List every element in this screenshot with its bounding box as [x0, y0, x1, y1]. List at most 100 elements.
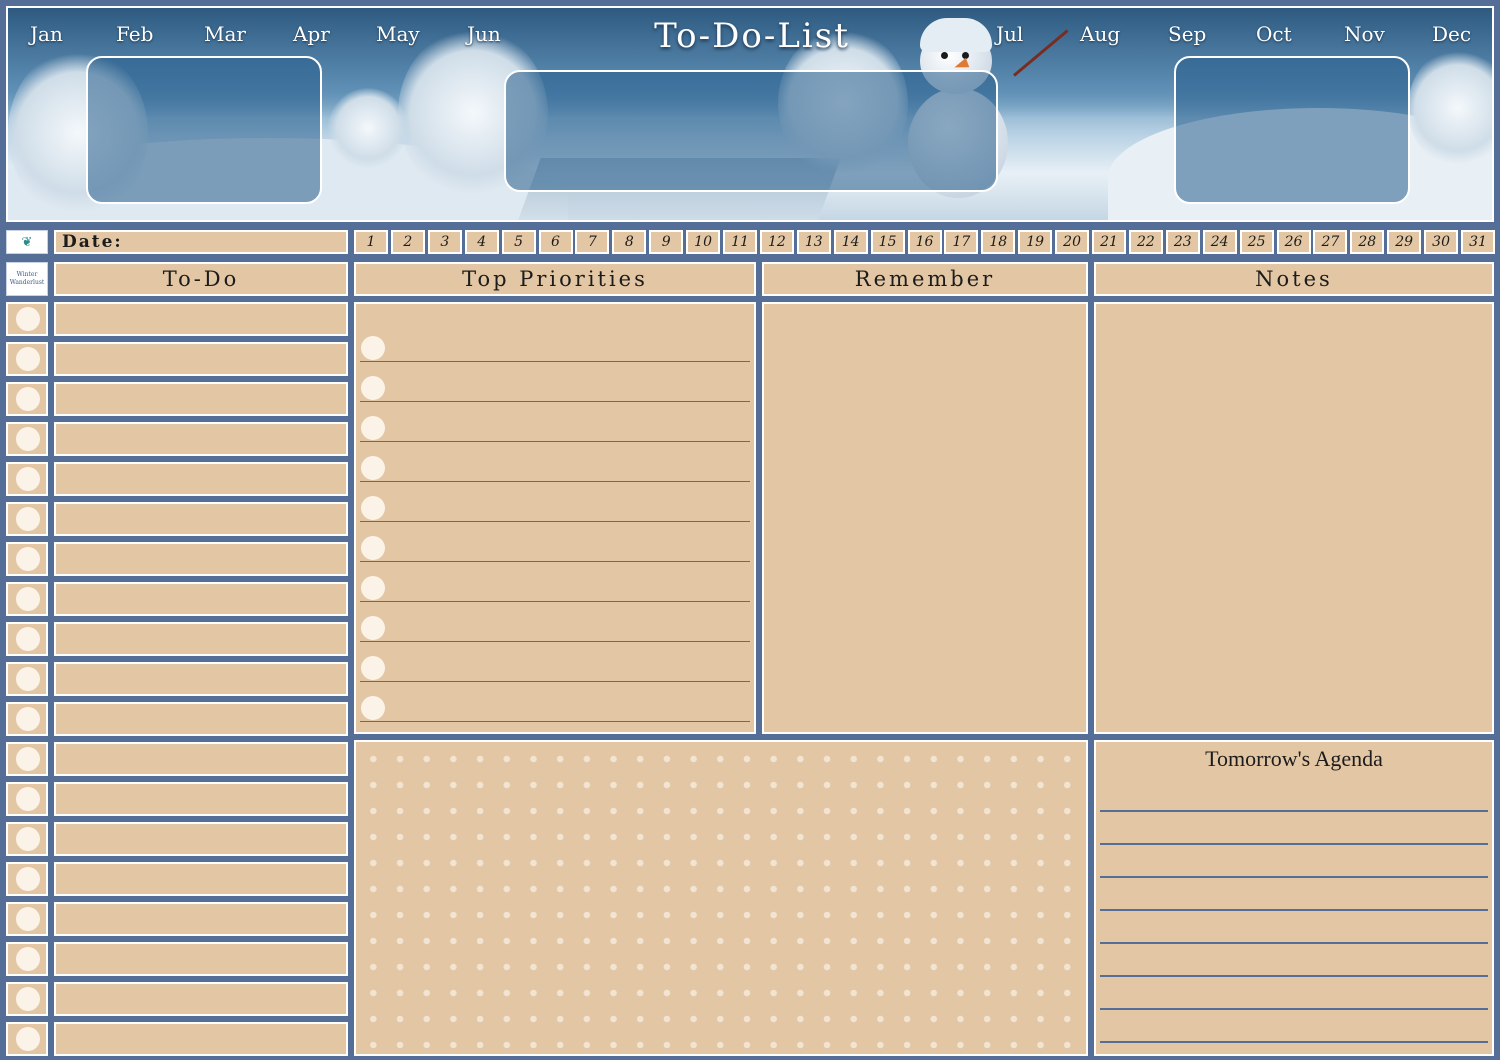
day-cell[interactable]: 9: [649, 230, 684, 254]
todo-item-field[interactable]: [54, 982, 348, 1016]
day-cell[interactable]: 26: [1276, 230, 1311, 254]
day-cell[interactable]: 20: [1055, 230, 1090, 254]
remember-panel[interactable]: [762, 302, 1088, 734]
agenda-line[interactable]: [1100, 942, 1488, 944]
priority-item[interactable]: [360, 442, 750, 482]
month-jul[interactable]: Jul: [996, 22, 1023, 46]
month-nov[interactable]: Nov: [1344, 22, 1385, 46]
priority-item[interactable]: [360, 682, 750, 722]
todo-checkbox[interactable]: [6, 822, 48, 856]
todo-checkbox[interactable]: [6, 1022, 48, 1056]
day-cell[interactable]: 6: [538, 230, 573, 254]
day-cell[interactable]: 16: [907, 230, 942, 254]
todo-item-field[interactable]: [54, 902, 348, 936]
todo-checkbox[interactable]: [6, 382, 48, 416]
month-jan[interactable]: Jan: [30, 22, 63, 46]
todo-checkbox[interactable]: [6, 462, 48, 496]
todo-checkbox[interactable]: [6, 502, 48, 536]
header-note-center[interactable]: [504, 70, 998, 192]
day-cell[interactable]: 21: [1092, 230, 1126, 254]
day-cell[interactable]: 11: [723, 230, 757, 254]
todo-checkbox[interactable]: [6, 902, 48, 936]
month-jun[interactable]: Jun: [467, 22, 501, 46]
todo-item-field[interactable]: [54, 422, 348, 456]
todo-item-field[interactable]: [54, 702, 348, 736]
month-sep[interactable]: Sep: [1168, 22, 1206, 46]
circle-icon[interactable]: [361, 696, 385, 720]
todo-checkbox[interactable]: [6, 742, 48, 776]
day-cell[interactable]: 25: [1239, 230, 1274, 254]
todo-checkbox[interactable]: [6, 662, 48, 696]
priority-item[interactable]: [360, 482, 750, 522]
todo-item-field[interactable]: [54, 942, 348, 976]
day-cell[interactable]: 24: [1202, 230, 1237, 254]
day-cell[interactable]: 14: [833, 230, 868, 254]
todo-item-field[interactable]: [54, 302, 348, 336]
circle-icon[interactable]: [361, 536, 385, 560]
todo-item-field[interactable]: [54, 742, 348, 776]
header-note-left[interactable]: [86, 56, 322, 204]
circle-icon[interactable]: [361, 336, 385, 360]
agenda-line[interactable]: [1100, 876, 1488, 878]
agenda-line[interactable]: [1100, 1008, 1488, 1010]
priority-item[interactable]: [360, 402, 750, 442]
day-cell[interactable]: 12: [759, 230, 794, 254]
day-cell[interactable]: 10: [686, 230, 721, 254]
day-cell[interactable]: 27: [1313, 230, 1348, 254]
day-cell[interactable]: 2: [390, 230, 425, 254]
agenda-line[interactable]: [1100, 843, 1488, 845]
todo-checkbox[interactable]: [6, 782, 48, 816]
month-oct[interactable]: Oct: [1256, 22, 1292, 46]
header-note-right[interactable]: [1174, 56, 1410, 204]
circle-icon[interactable]: [361, 576, 385, 600]
todo-checkbox[interactable]: [6, 302, 48, 336]
todo-checkbox[interactable]: [6, 622, 48, 656]
todo-checkbox[interactable]: [6, 702, 48, 736]
agenda-line[interactable]: [1100, 909, 1488, 911]
priority-item[interactable]: [360, 602, 750, 642]
day-cell[interactable]: 15: [870, 230, 905, 254]
todo-item-field[interactable]: [54, 382, 348, 416]
circle-icon[interactable]: [361, 376, 385, 400]
todo-item-field[interactable]: [54, 502, 348, 536]
todo-item-field[interactable]: [54, 782, 348, 816]
month-dec[interactable]: Dec: [1432, 22, 1471, 46]
month-aug[interactable]: Aug: [1080, 22, 1120, 46]
day-cell[interactable]: 17: [944, 230, 979, 254]
todo-item-field[interactable]: [54, 1022, 348, 1056]
todo-checkbox[interactable]: [6, 582, 48, 616]
todo-item-field[interactable]: [54, 822, 348, 856]
day-cell[interactable]: 22: [1128, 230, 1163, 254]
day-cell[interactable]: 7: [575, 230, 610, 254]
agenda-line[interactable]: [1100, 810, 1488, 812]
day-cell[interactable]: 3: [427, 230, 462, 254]
priority-item[interactable]: [360, 642, 750, 682]
todo-item-field[interactable]: [54, 862, 348, 896]
agenda-line[interactable]: [1100, 1041, 1488, 1043]
circle-icon[interactable]: [361, 456, 385, 480]
priority-item[interactable]: [360, 322, 750, 362]
todo-item-field[interactable]: [54, 622, 348, 656]
day-cell[interactable]: 28: [1350, 230, 1385, 254]
day-cell[interactable]: 13: [796, 230, 831, 254]
day-cell[interactable]: 8: [612, 230, 647, 254]
day-cell[interactable]: 4: [464, 230, 499, 254]
todo-item-field[interactable]: [54, 662, 348, 696]
day-cell[interactable]: 29: [1387, 230, 1422, 254]
circle-icon[interactable]: [361, 496, 385, 520]
day-cell[interactable]: 30: [1424, 230, 1459, 254]
circle-icon[interactable]: [361, 656, 385, 680]
month-may[interactable]: May: [376, 22, 420, 46]
todo-item-field[interactable]: [54, 542, 348, 576]
month-apr[interactable]: Apr: [293, 22, 330, 46]
agenda-line[interactable]: [1100, 975, 1488, 977]
todo-item-field[interactable]: [54, 342, 348, 376]
day-cell[interactable]: 18: [981, 230, 1016, 254]
todo-item-field[interactable]: [54, 462, 348, 496]
day-cell[interactable]: 23: [1165, 230, 1200, 254]
todo-checkbox[interactable]: [6, 942, 48, 976]
priority-item[interactable]: [360, 522, 750, 562]
circle-icon[interactable]: [361, 416, 385, 440]
todo-checkbox[interactable]: [6, 342, 48, 376]
day-cell[interactable]: 31: [1461, 230, 1495, 254]
